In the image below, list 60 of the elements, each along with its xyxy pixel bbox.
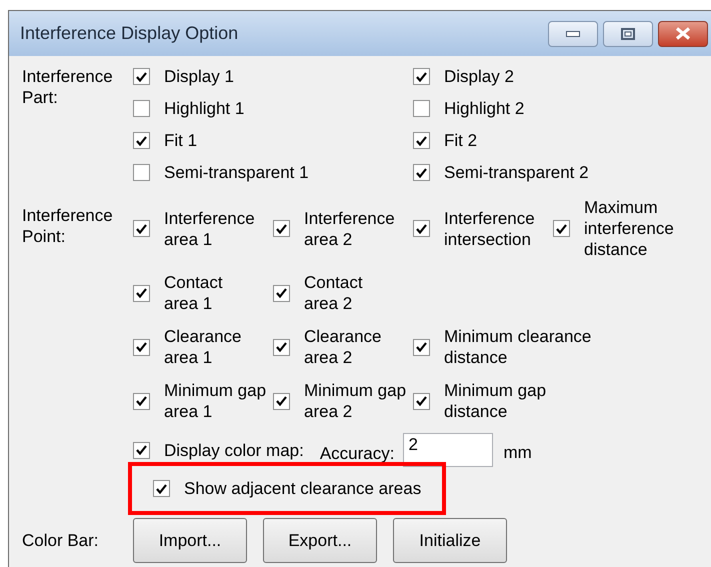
section-label: Color Bar: bbox=[22, 530, 100, 551]
checkbox[interactable] bbox=[133, 392, 150, 410]
checkbox[interactable] bbox=[413, 338, 430, 356]
checkbox[interactable] bbox=[273, 220, 290, 237]
checkbox-label: Minimum gap distance bbox=[444, 380, 546, 422]
checkbox-label: Display 2 bbox=[444, 66, 514, 87]
unit-label: mm bbox=[503, 443, 532, 463]
checkbox-label: Highlight 2 bbox=[444, 98, 524, 119]
checkbox-label: Interference area 1 bbox=[164, 208, 255, 250]
checkbox[interactable] bbox=[413, 132, 430, 149]
checkbox[interactable] bbox=[273, 392, 290, 410]
checkbox-label: Fit 2 bbox=[444, 130, 478, 151]
checkbox-label: Show adjacent clearance areas bbox=[184, 478, 422, 499]
checkbox-label: Display color map: bbox=[164, 440, 304, 460]
checkbox-label: Highlight 1 bbox=[164, 98, 244, 119]
dialog-button[interactable]: Initialize bbox=[393, 518, 507, 563]
checkbox[interactable] bbox=[133, 100, 150, 117]
dialog-button[interactable]: Export... bbox=[263, 518, 377, 563]
window-title: Interference Display Option bbox=[20, 23, 238, 44]
accuracy-label: Accuracy: bbox=[320, 444, 394, 464]
checkbox[interactable] bbox=[413, 392, 430, 410]
close-button[interactable] bbox=[658, 20, 708, 46]
checkbox[interactable] bbox=[413, 220, 430, 237]
checkbox[interactable] bbox=[133, 442, 150, 458]
checkbox[interactable] bbox=[133, 164, 150, 181]
checkbox[interactable] bbox=[273, 338, 290, 356]
maximize-button[interactable] bbox=[603, 20, 653, 46]
maximize-icon bbox=[621, 28, 635, 40]
checkbox-label: Minimum gap area 1 bbox=[164, 380, 266, 422]
checkbox[interactable] bbox=[133, 132, 150, 149]
checkbox-label: Fit 1 bbox=[164, 130, 198, 151]
checkbox-label: Contact area 1 bbox=[164, 272, 223, 314]
section-label: Interference Point: bbox=[22, 205, 114, 247]
checkbox[interactable] bbox=[153, 480, 170, 497]
checkbox[interactable] bbox=[133, 220, 150, 237]
checkbox-label: Interference intersection bbox=[444, 208, 535, 250]
minimize-icon bbox=[566, 30, 580, 36]
checkbox-label: Semi-transparent 1 bbox=[164, 162, 309, 183]
accuracy-field[interactable]: 2 bbox=[403, 433, 494, 467]
checkbox[interactable] bbox=[413, 100, 430, 117]
checkbox[interactable] bbox=[273, 284, 290, 302]
section-label: Interference Part: bbox=[22, 66, 114, 108]
checkbox-label: Minimum clearance distance bbox=[444, 326, 592, 368]
dialog-button[interactable]: Import... bbox=[133, 518, 247, 563]
checkbox-label: Minimum gap area 2 bbox=[304, 380, 406, 422]
checkbox-label: Semi-transparent 2 bbox=[444, 162, 589, 183]
checkbox-label: Interference area 2 bbox=[304, 208, 395, 250]
checkbox[interactable] bbox=[133, 284, 150, 302]
checkbox[interactable] bbox=[133, 68, 150, 85]
checkbox-label: Maximum interference distance bbox=[584, 197, 674, 260]
checkbox-label: Display 1 bbox=[164, 66, 234, 87]
checkbox[interactable] bbox=[413, 68, 430, 85]
checkbox-label: Clearance area 1 bbox=[164, 326, 242, 368]
checkbox-label: Clearance area 2 bbox=[304, 326, 382, 368]
checkbox[interactable] bbox=[413, 164, 430, 181]
checkbox[interactable] bbox=[133, 338, 150, 356]
checkbox-label: Contact area 2 bbox=[304, 272, 363, 314]
close-icon bbox=[675, 27, 691, 40]
checkbox[interactable] bbox=[553, 220, 570, 237]
minimize-button[interactable] bbox=[548, 20, 598, 46]
